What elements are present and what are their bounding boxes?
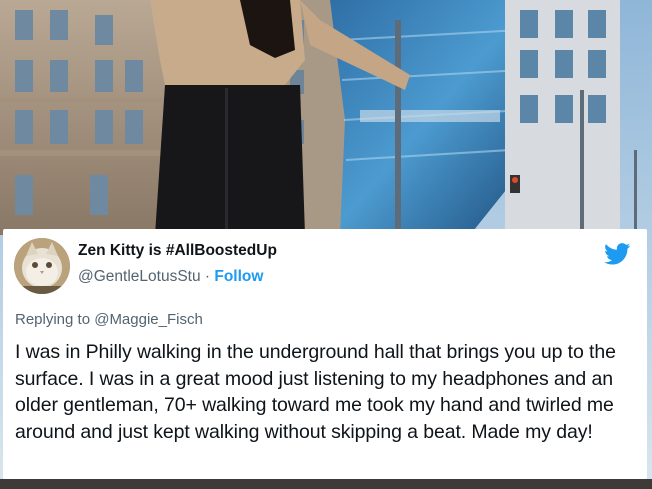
- separator-dot: ·: [200, 268, 215, 285]
- handle-row: @GentleLotusStu · Follow: [78, 268, 263, 286]
- display-name[interactable]: Zen Kitty is #AllBoostedUp: [78, 242, 277, 260]
- follow-button[interactable]: Follow: [214, 268, 263, 285]
- replying-to[interactable]: Replying to @Maggie_Fisch: [15, 311, 203, 328]
- tweet-card: Zen Kitty is #AllBoostedUp @GentleLotusS…: [3, 229, 647, 479]
- user-handle[interactable]: @GentleLotusStu: [78, 268, 201, 285]
- tweet-body: I was in Philly walking in the undergrou…: [15, 341, 616, 443]
- cat-avatar[interactable]: [14, 238, 70, 294]
- twitter-bird-icon[interactable]: [604, 243, 631, 265]
